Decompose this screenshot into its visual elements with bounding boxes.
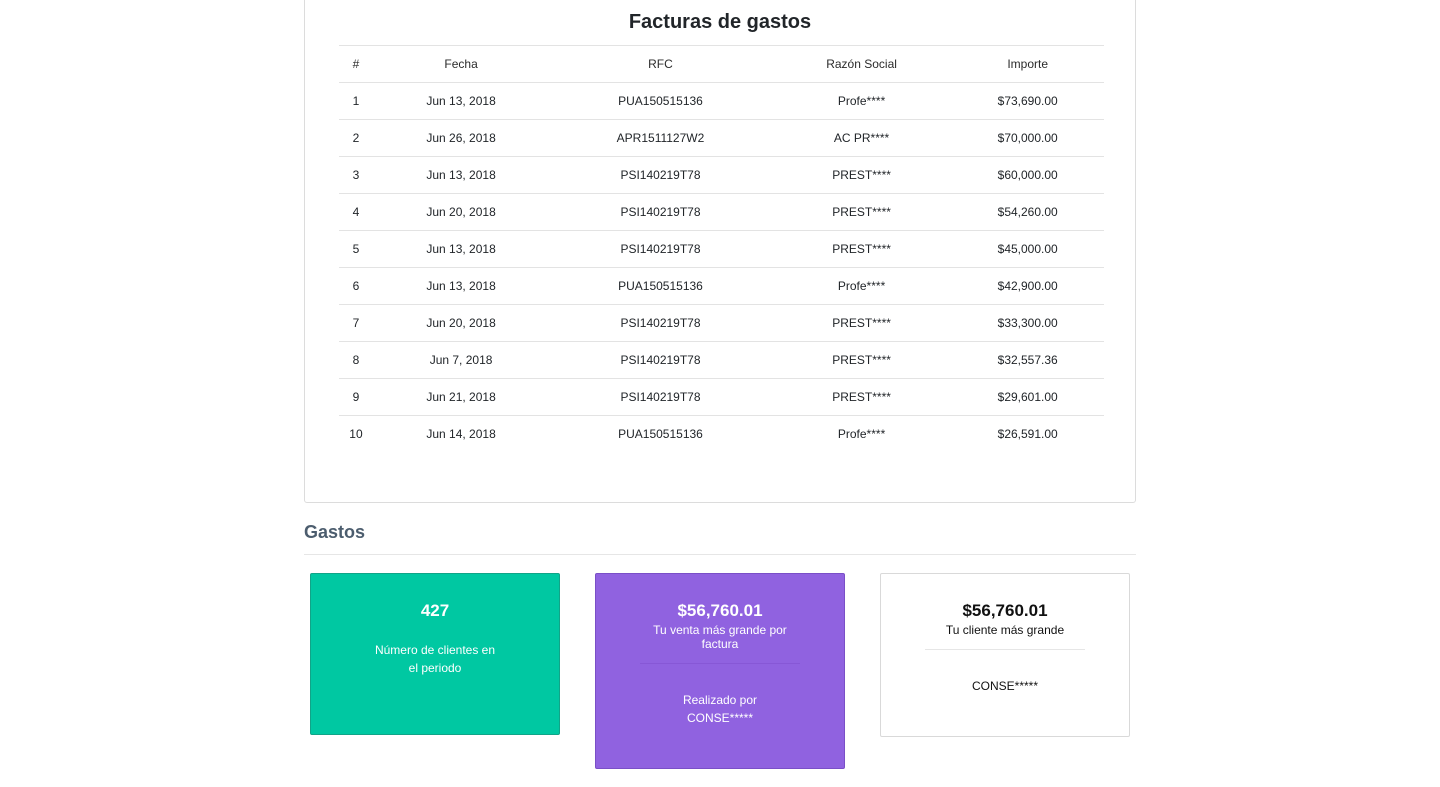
- clients-count-card: 427 Número de clientes en el periodo: [310, 573, 560, 735]
- table-row: 10 Jun 14, 2018 PUA150515136 Profe**** $26,5…: [339, 415, 1104, 453]
- cell-rfc: PSI140219T78: [549, 230, 772, 268]
- card-divider: [925, 649, 1085, 650]
- cell-business-name: Profe****: [771, 82, 952, 120]
- table-row: 2 Jun 26, 2018 APR1511127W2 AC PR**** $70,00…: [339, 119, 1104, 157]
- cell-number: 10: [339, 415, 373, 453]
- cell-date: Jun 7, 2018: [372, 341, 550, 379]
- cell-amount: $73,690.00: [951, 82, 1104, 120]
- cell-date: Jun 21, 2018: [372, 378, 550, 416]
- largest-client-card: $56,760.01 Tu cliente más grande CONSE**…: [880, 573, 1130, 737]
- cell-date: Jun 13, 2018: [372, 230, 550, 268]
- cell-date: Jun 20, 2018: [372, 304, 550, 342]
- cell-number: 6: [339, 267, 373, 305]
- table-row: 8 Jun 7, 2018 PSI140219T78 PREST**** $32,557…: [339, 341, 1104, 379]
- cell-business-name: Profe****: [771, 415, 952, 453]
- cell-date: Jun 14, 2018: [372, 415, 550, 453]
- largest-sale-client: Realizado por CONSE*****: [682, 693, 758, 725]
- cell-date: Jun 13, 2018: [372, 82, 550, 120]
- cell-amount: $45,000.00: [951, 230, 1104, 268]
- table-row: 4 Jun 20, 2018 PSI140219T78 PREST**** $54,26…: [339, 193, 1104, 231]
- invoices-title: Facturas de gastos: [628, 11, 812, 33]
- section-divider: [304, 554, 1136, 555]
- cell-business-name: PREST****: [771, 230, 952, 268]
- cell-number: 7: [339, 304, 373, 342]
- largest-client-label: Tu cliente más grande: [945, 623, 1065, 637]
- cell-amount: $42,900.00: [951, 267, 1104, 305]
- cell-business-name: PREST****: [771, 193, 952, 231]
- clients-count-value: 427: [420, 601, 450, 620]
- cell-number: 2: [339, 119, 373, 157]
- cell-amount: $29,601.00: [951, 378, 1104, 416]
- cell-rfc: PSI140219T78: [549, 304, 772, 342]
- cell-number: 5: [339, 230, 373, 268]
- cell-number: 4: [339, 193, 373, 231]
- cell-number: 9: [339, 378, 373, 416]
- largest-sale-value: $56,760.01: [677, 601, 763, 620]
- column-header-date: Fecha: [372, 45, 550, 83]
- cell-rfc: PSI140219T78: [549, 341, 772, 379]
- table-row: 6 Jun 13, 2018 PUA150515136 Profe**** $42,90…: [339, 267, 1104, 305]
- clients-count-label: Número de clientes en el periodo: [374, 643, 496, 675]
- cell-rfc: PUA150515136: [549, 415, 772, 453]
- cell-rfc: APR1511127W2: [549, 119, 772, 157]
- cell-amount: $32,557.36: [951, 341, 1104, 379]
- expenses-section-title: Gastos: [304, 522, 366, 542]
- cell-business-name: PREST****: [771, 304, 952, 342]
- cell-date: Jun 20, 2018: [372, 193, 550, 231]
- cell-amount: $54,260.00: [951, 193, 1104, 231]
- table-row: 5 Jun 13, 2018 PSI140219T78 PREST**** $45,00…: [339, 230, 1104, 268]
- cell-date: Jun 13, 2018: [372, 267, 550, 305]
- cell-number: 8: [339, 341, 373, 379]
- table-row: 7 Jun 20, 2018 PSI140219T78 PREST**** $33,30…: [339, 304, 1104, 342]
- cell-amount: $26,591.00: [951, 415, 1104, 453]
- invoices-table: # Fecha RFC Razón Social Importe 1 Jun 13…: [339, 45, 1104, 453]
- cell-rfc: PSI140219T78: [549, 193, 772, 231]
- column-header-number: #: [339, 45, 373, 83]
- cell-date: Jun 26, 2018: [372, 119, 550, 157]
- cell-business-name: PREST****: [771, 378, 952, 416]
- cell-amount: $33,300.00: [951, 304, 1104, 342]
- cell-number: 3: [339, 156, 373, 194]
- table-header-row: # Fecha RFC Razón Social Importe: [339, 45, 1104, 83]
- column-header-business-name: Razón Social: [771, 45, 952, 83]
- cell-business-name: AC PR****: [771, 119, 952, 157]
- invoices-card: Facturas de gastos # Fecha RFC Razón Soc…: [304, 0, 1136, 503]
- table-row: 1 Jun 13, 2018 PUA150515136 Profe**** $73,69…: [339, 82, 1104, 120]
- largest-sale-card: $56,760.01 Tu venta más grande por factu…: [595, 573, 845, 769]
- largest-client-value: $56,760.01: [962, 601, 1048, 620]
- cell-business-name: PREST****: [771, 156, 952, 194]
- largest-sale-label: Tu venta más grande por factura: [653, 623, 787, 651]
- table-row: 9 Jun 21, 2018 PSI140219T78 PREST**** $29,60…: [339, 378, 1104, 416]
- column-header-amount: Importe: [951, 45, 1104, 83]
- largest-client-name: CONSE*****: [971, 679, 1039, 693]
- cell-rfc: PSI140219T78: [549, 378, 772, 416]
- cell-amount: $60,000.00: [951, 156, 1104, 194]
- cell-rfc: PUA150515136: [549, 82, 772, 120]
- table-row: 3 Jun 13, 2018 PSI140219T78 PREST**** $60,00…: [339, 156, 1104, 194]
- cell-business-name: PREST****: [771, 341, 952, 379]
- cell-amount: $70,000.00: [951, 119, 1104, 157]
- cell-rfc: PSI140219T78: [549, 156, 772, 194]
- column-header-rfc: RFC: [549, 45, 772, 83]
- cell-business-name: Profe****: [771, 267, 952, 305]
- cell-rfc: PUA150515136: [549, 267, 772, 305]
- card-divider: [640, 663, 800, 664]
- cell-date: Jun 13, 2018: [372, 156, 550, 194]
- cell-number: 1: [339, 82, 373, 120]
